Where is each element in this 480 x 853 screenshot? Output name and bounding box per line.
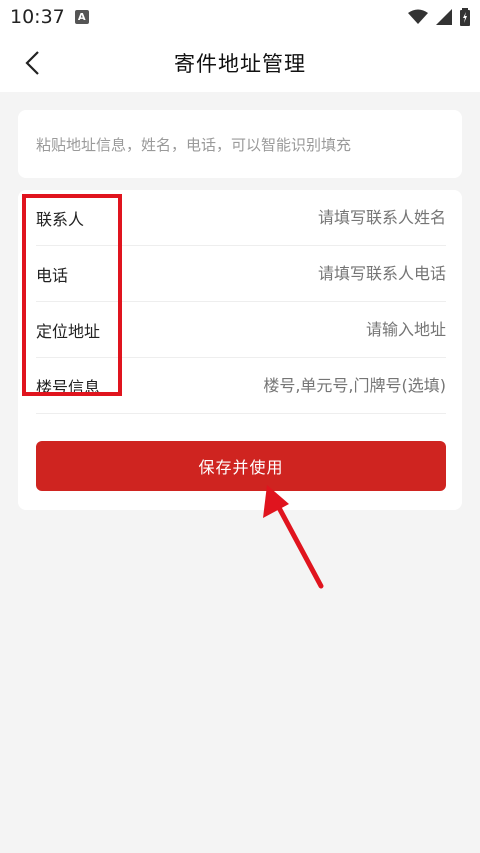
contact-name-row: 联系人 [36,190,446,246]
building-info-row: 楼号信息 [36,358,446,414]
back-button[interactable] [18,48,46,78]
location-row: 定位地址 [36,302,446,358]
smart-paste-field[interactable]: 粘贴地址信息，姓名，电话，可以智能识别填充 [18,110,462,178]
phone-label: 电话 [36,265,69,285]
status-bar: 10:37 A [0,0,480,34]
signal-icon [436,9,452,25]
contact-name-label: 联系人 [36,209,85,229]
location-input[interactable] [100,320,446,339]
wifi-icon [408,9,428,24]
arrow-annotation-icon [263,485,324,589]
battery-icon [460,8,470,26]
save-and-use-button[interactable]: 保存并使用 [36,441,446,491]
building-info-label: 楼号信息 [36,377,101,397]
status-time: 10:37 [10,6,65,28]
smart-paste-placeholder: 粘贴地址信息，姓名，电话，可以智能识别填充 [36,135,352,154]
building-info-input[interactable] [100,376,446,395]
location-label: 定位地址 [36,321,101,341]
contact-name-input[interactable] [84,208,446,227]
phone-input[interactable] [68,264,446,283]
page-title: 寄件地址管理 [174,52,306,76]
status-icons [408,8,470,26]
page-header: 寄件地址管理 [0,34,480,92]
phone-row: 电话 [36,246,446,302]
notification-icon: A [74,10,89,24]
address-form: 联系人 电话 定位地址 楼号信息 保存并使用 [18,190,462,510]
chevron-left-icon [25,51,39,75]
